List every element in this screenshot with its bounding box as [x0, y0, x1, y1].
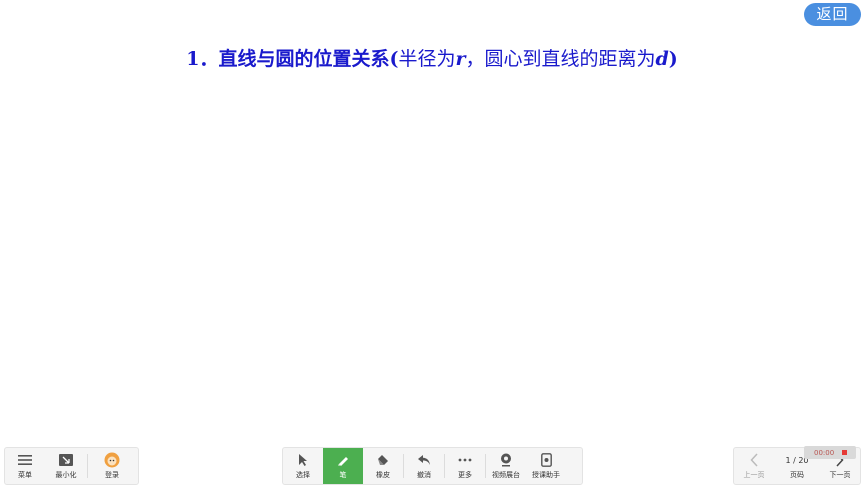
teaching-assistant-label: 授课助手	[532, 471, 560, 479]
cursor-icon	[297, 452, 309, 468]
pen-icon	[336, 452, 350, 468]
prev-page-label: 上一页	[743, 471, 765, 479]
eraser-icon	[376, 452, 390, 468]
login-button[interactable]: 登录	[88, 448, 136, 484]
menu-label: 菜单	[18, 471, 32, 479]
login-label: 登录	[105, 471, 119, 479]
more-dots-icon	[458, 452, 472, 468]
left-toolbar: 菜单 最小化 登录	[4, 447, 139, 485]
title-part-2: 半径为	[398, 48, 456, 70]
webcam-icon	[500, 452, 512, 468]
teaching-assistant-button[interactable]: 授课助手	[526, 448, 566, 484]
timer-text: 00:00	[814, 448, 835, 457]
select-tool-button[interactable]: 选择	[283, 448, 323, 484]
center-toolbar: 选择 笔 橡皮 撤消 更多 视频展台 授课助手	[282, 447, 583, 485]
minimize-label: 最小化	[55, 471, 77, 479]
recording-timer[interactable]: 00:00	[804, 446, 856, 459]
back-button[interactable]: 返回	[804, 3, 861, 26]
page-number-label: 页码	[790, 471, 804, 479]
prev-page-button[interactable]: 上一页	[734, 448, 774, 484]
select-tool-label: 选择	[296, 471, 310, 479]
video-booth-button[interactable]: 视频展台	[486, 448, 526, 484]
undo-button[interactable]: 撤消	[404, 448, 444, 484]
title-part-1: 直线与圆的位置关系(	[218, 48, 399, 70]
chevron-left-icon	[750, 452, 758, 468]
minimize-button[interactable]: 最小化	[45, 448, 87, 484]
avatar-icon	[104, 452, 120, 468]
pen-tool-label: 笔	[339, 471, 347, 479]
menu-button[interactable]: 菜单	[5, 448, 45, 484]
more-label: 更多	[458, 471, 472, 479]
next-page-label: 下一页	[829, 471, 851, 479]
menu-icon	[18, 452, 32, 468]
title-variable-d: d	[655, 48, 669, 70]
title-part-4: )	[668, 48, 678, 70]
undo-label: 撤消	[417, 471, 431, 479]
slide-title: 1．直线与圆的位置关系(半径为r，圆心到直线的距离为d)	[0, 44, 864, 71]
pen-tool-button[interactable]: 笔	[323, 448, 363, 484]
title-part-3: ，圆心到直线的距离为	[465, 48, 656, 70]
title-number: 1．	[186, 48, 219, 70]
eraser-tool-label: 橡皮	[376, 471, 390, 479]
eraser-tool-button[interactable]: 橡皮	[363, 448, 403, 484]
phone-icon	[540, 452, 552, 468]
more-button[interactable]: 更多	[445, 448, 485, 484]
minimize-icon	[59, 452, 73, 468]
stop-icon	[842, 450, 848, 455]
title-variable-r: r	[455, 48, 466, 70]
video-booth-label: 视频展台	[492, 471, 520, 479]
undo-icon	[417, 452, 431, 468]
